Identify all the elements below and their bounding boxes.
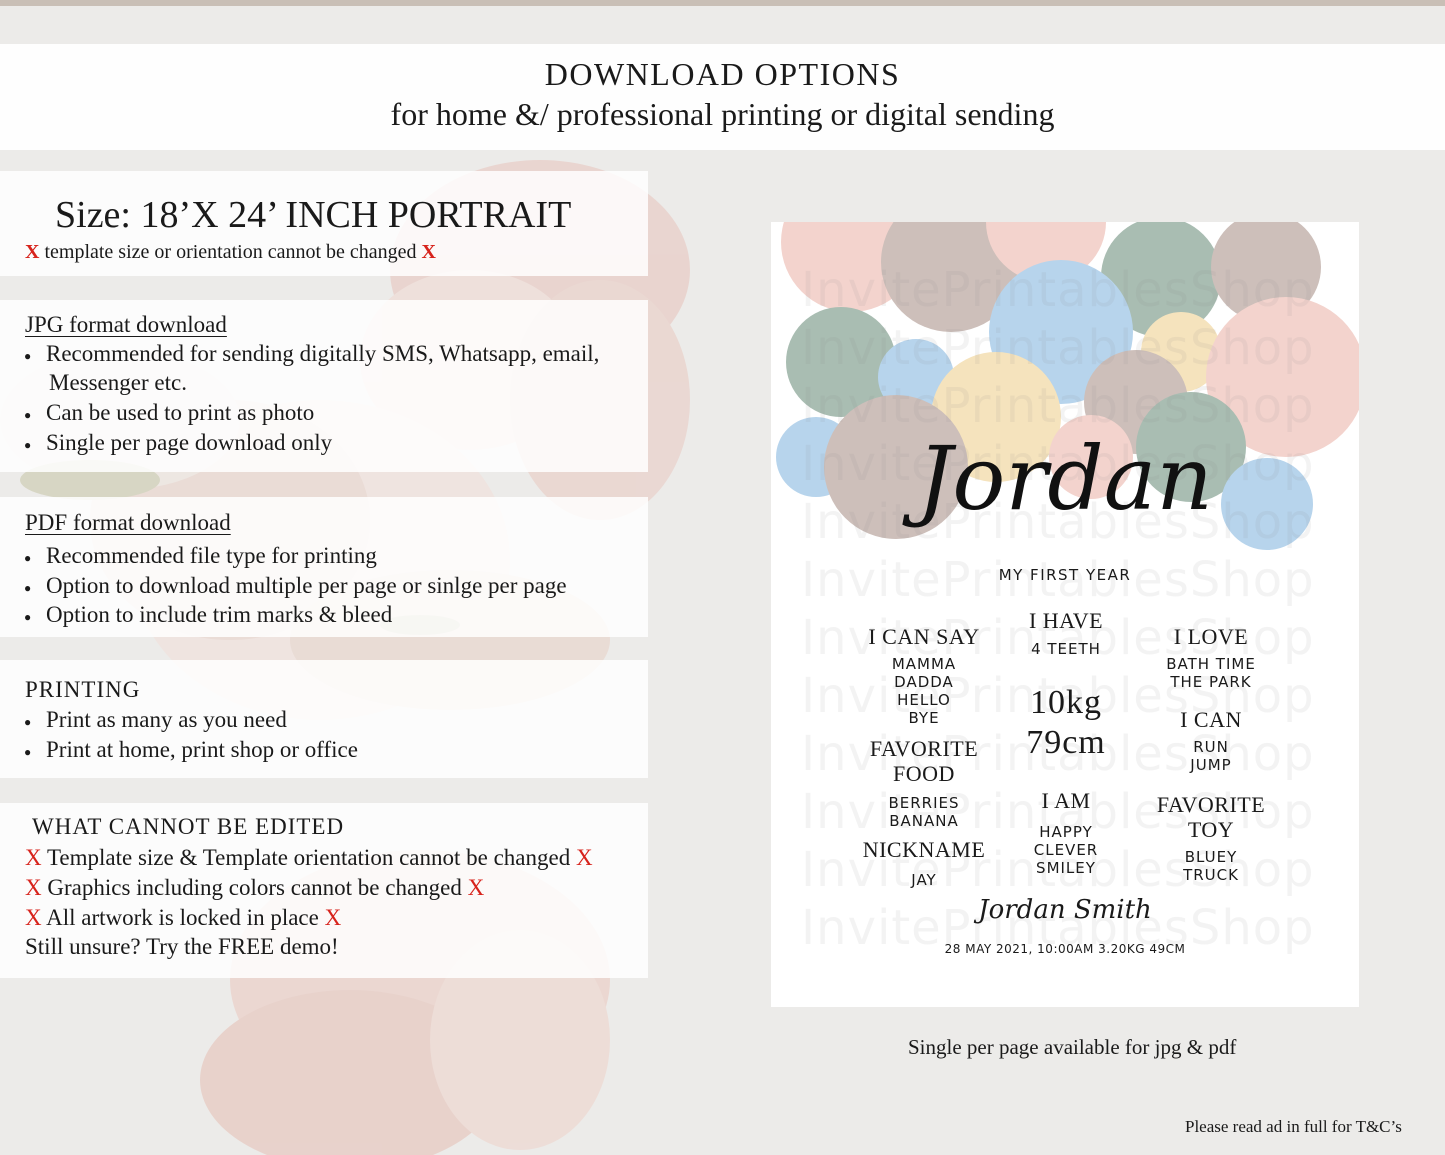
pdf-panel: PDF format download Recommended file typ… (0, 497, 648, 637)
jpg-heading: JPG format download (25, 312, 227, 337)
cannot-edit-row: X All artwork is locked in place X (25, 905, 341, 931)
jpg-item: Single per page download only (24, 430, 332, 456)
cannot-edit-row: X Template size & Template orientation c… (25, 845, 593, 871)
cannot-edit-row: X Graphics including colors cannot be ch… (25, 875, 484, 901)
header-subtitle: for home &/ professional printing or dig… (390, 96, 1055, 132)
free-demo-text: Still unsure? Try the FREE demo! (25, 934, 339, 959)
i-can-say-value: MAMMA (891, 655, 957, 673)
printing-panel: PRINTING Print as many as you need Print… (0, 660, 648, 778)
pdf-item: Option to include trim marks & bleed (24, 602, 392, 628)
i-love-value: THE PARK (1170, 673, 1252, 691)
watermark-text: InvitePrintablesShop (801, 378, 1315, 434)
nickname-heading: NICKNAME (862, 837, 986, 862)
i-can-say-heading: I CAN SAY (868, 624, 980, 649)
i-love-heading: I LOVE (1173, 624, 1249, 649)
x-mark: X (324, 905, 342, 930)
size-heading: Size: 18’X 24’ INCH PORTRAIT (55, 194, 572, 236)
i-can-value: JUMP (1190, 756, 1232, 774)
x-mark: X (25, 875, 42, 900)
poster-preview: InvitePrintablesShop InvitePrintablesSho… (771, 222, 1359, 1007)
favorite-toy-heading: TOY (1187, 817, 1235, 842)
header-banner: DOWNLOAD OPTIONS for home &/ professiona… (0, 44, 1445, 150)
printing-item: Print as many as you need (24, 707, 287, 733)
watermark-text: InvitePrintablesShop (801, 320, 1315, 376)
i-am-value: CLEVER (1033, 841, 1099, 859)
favorite-toy-value: BLUEY (1184, 848, 1238, 866)
i-am-value: HAPPY (1039, 823, 1093, 841)
favorite-food-value: BANANA (889, 812, 959, 830)
poster-name: Jordan (917, 427, 1213, 530)
i-have-value: 4 TEETH (1031, 640, 1101, 658)
i-have-heading: I HAVE (1028, 608, 1104, 633)
jpg-item-continued: Messenger etc. (49, 370, 187, 395)
favorite-food-heading: FAVORITE (869, 736, 979, 761)
weight-value: 10kg (1030, 684, 1102, 721)
size-panel: Size: 18’X 24’ INCH PORTRAIT X template … (0, 171, 648, 276)
header-title: DOWNLOAD OPTIONS (544, 56, 901, 92)
size-note: template size or orientation cannot be c… (44, 241, 417, 263)
signature: Jordan Smith (978, 895, 1152, 925)
pdf-item: Recommended file type for printing (24, 543, 377, 569)
size-note-row: X template size or orientation cannot be… (25, 241, 436, 264)
x-mark: X (421, 241, 436, 263)
pdf-heading: PDF format download (25, 510, 231, 535)
i-am-heading: I AM (1041, 788, 1091, 813)
cannot-edit-heading: WHAT CANNOT BE EDITED (32, 814, 345, 839)
i-can-heading: I CAN (1180, 707, 1242, 732)
i-can-say-value: BYE (908, 709, 940, 727)
jpg-item: Can be used to print as photo (24, 400, 314, 426)
pdf-item: Option to download multiple per page or … (24, 573, 567, 599)
favorite-toy-value: TRUCK (1183, 866, 1239, 884)
printing-item: Print at home, print shop or office (24, 737, 358, 763)
i-love-value: BATH TIME (1166, 655, 1256, 673)
i-am-value: SMILEY (1036, 859, 1096, 877)
x-mark: X (25, 241, 40, 263)
top-strip (0, 0, 1445, 6)
birth-details: 28 MAY 2021, 10:00AM 3.20KG 49CM (944, 942, 1186, 956)
availability-caption: Single per page available for jpg & pdf (908, 1035, 1237, 1059)
watermark-text: InvitePrintablesShop (801, 262, 1315, 318)
i-can-say-value: DADDA (894, 673, 954, 691)
height-value: 79cm (1026, 724, 1106, 761)
favorite-food-value: BERRIES (888, 794, 960, 812)
printing-heading: PRINTING (25, 677, 141, 702)
i-can-say-value: HELLO (897, 691, 951, 709)
favorite-food-heading: FOOD (893, 761, 955, 786)
jpg-item: Recommended for sending digitally SMS, W… (24, 341, 599, 367)
x-mark: X (25, 845, 42, 870)
poster-subtitle: MY FIRST YEAR (998, 566, 1132, 584)
terms-footer: Please read ad in full for T&C’s (1185, 1117, 1402, 1136)
jpg-panel: JPG format download Recommended for send… (0, 300, 648, 472)
x-mark: X (467, 875, 485, 900)
i-can-value: RUN (1193, 738, 1229, 756)
nickname-value: JAY (911, 871, 937, 889)
cannot-edit-item: Graphics including colors cannot be chan… (47, 875, 462, 900)
x-mark: X (25, 905, 42, 930)
x-mark: X (575, 845, 593, 870)
cannot-edit-panel: WHAT CANNOT BE EDITED X Template size & … (0, 803, 648, 978)
cannot-edit-item: Template size & Template orientation can… (46, 845, 571, 870)
favorite-toy-heading: FAVORITE (1156, 792, 1266, 817)
cannot-edit-item: All artwork is locked in place (46, 905, 319, 930)
